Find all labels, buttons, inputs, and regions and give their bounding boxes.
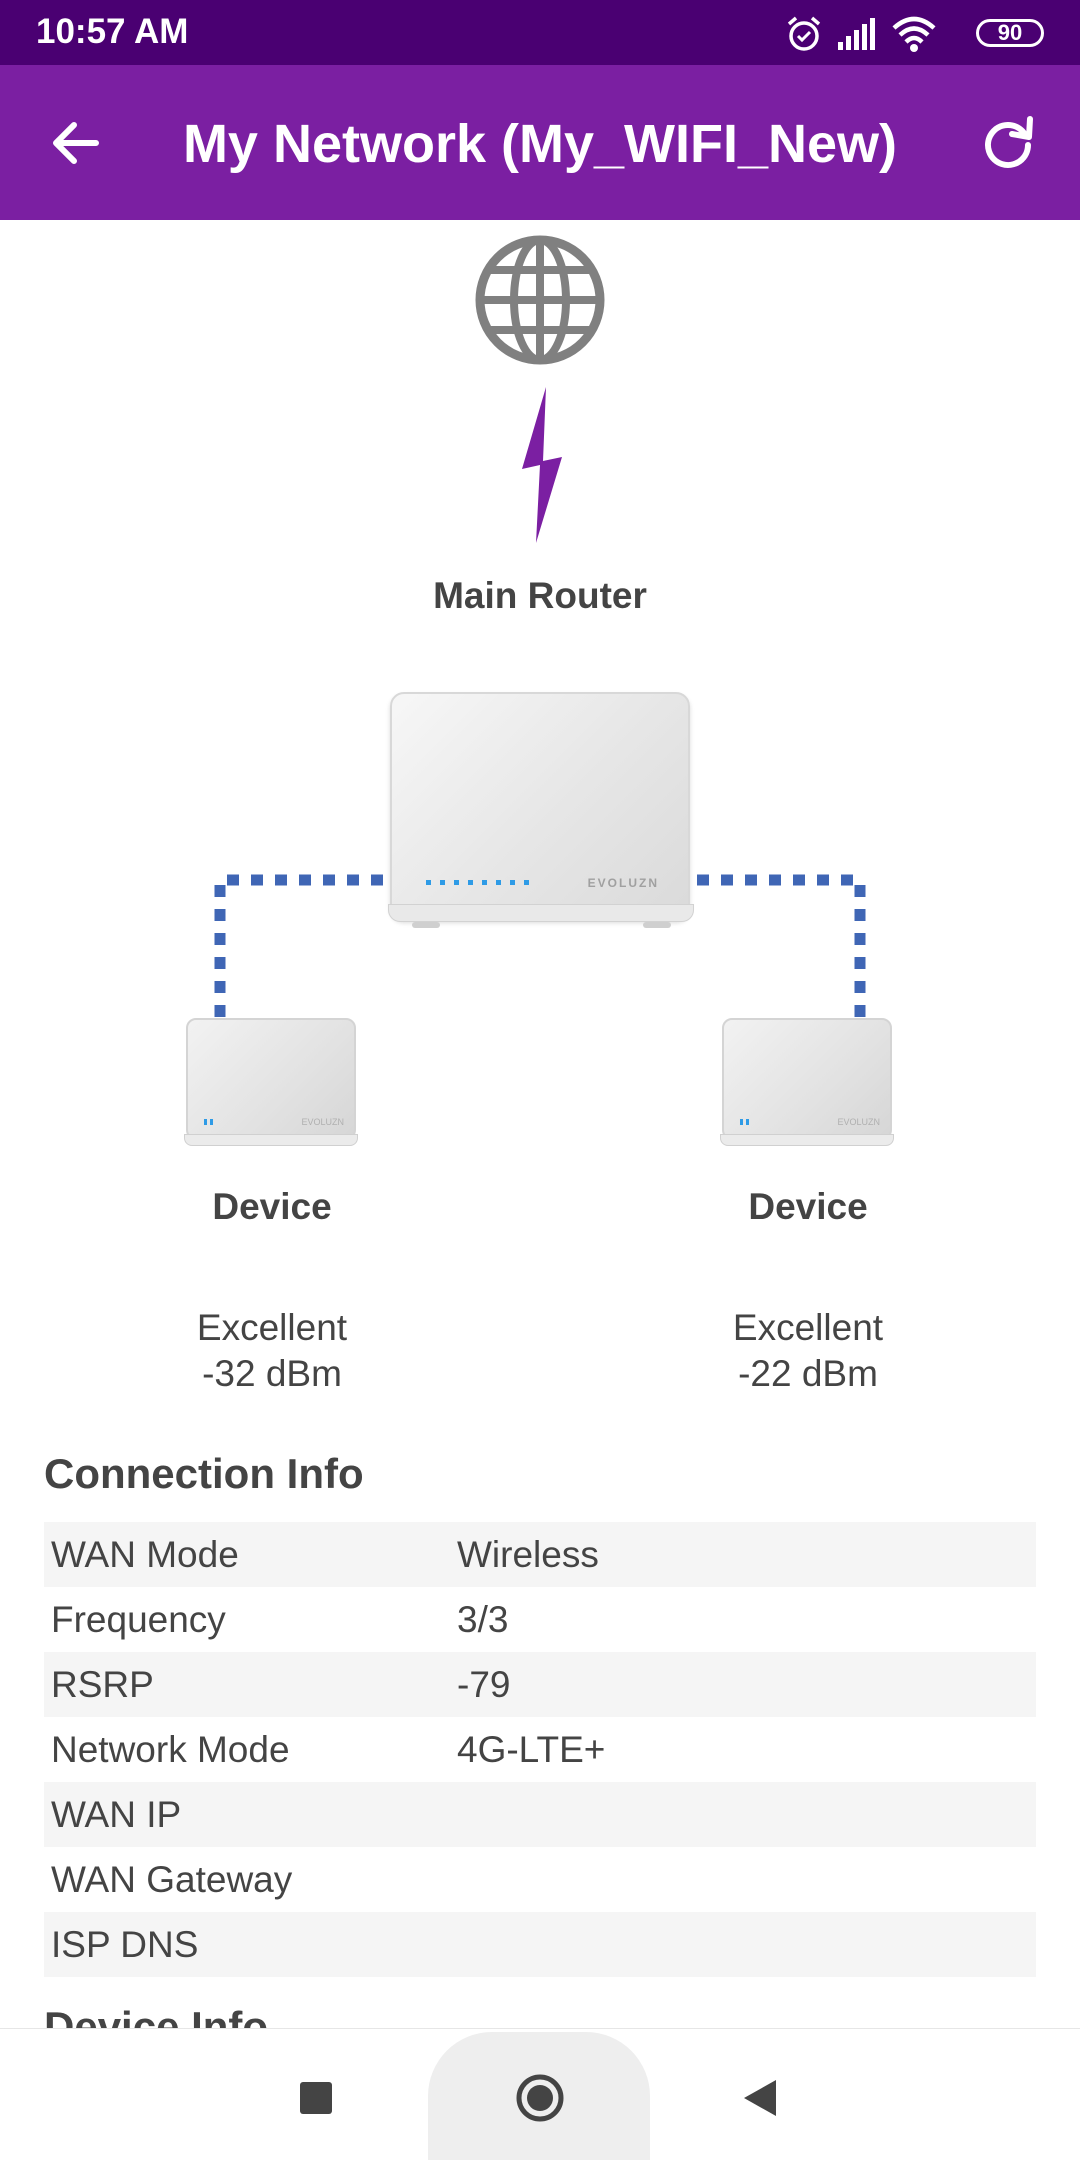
back-triangle-icon[interactable] (730, 2068, 790, 2128)
wifi-icon (892, 16, 936, 52)
table-row: WAN Mode Wireless (44, 1522, 1036, 1587)
page-title: My Network (My_WIFI_New) (182, 114, 898, 174)
device-signal-right: Excellent -22 dBm (658, 1305, 958, 1397)
row-label: Frequency (51, 1598, 226, 1640)
signal-quality: Excellent (732, 1307, 884, 1348)
table-row: RSRP -79 (44, 1652, 1036, 1717)
cellular-signal-icon (838, 18, 875, 50)
refresh-icon[interactable] (972, 107, 1044, 179)
device-signal-left: Excellent -32 dBm (122, 1305, 422, 1397)
main-router-label: Main Router (433, 575, 647, 616)
device-image-left[interactable]: EVOLUZN (184, 1018, 360, 1152)
row-value: 3/3 (457, 1598, 509, 1640)
connection-info-title: Connection Info (44, 1450, 364, 1497)
status-bar: 10:57 AM 90 (0, 0, 1080, 65)
row-label: ISP DNS (51, 1923, 199, 1965)
device-brand-logo: EVOLUZN (837, 1117, 880, 1127)
device-label: Device (212, 1186, 332, 1227)
connection-info-table: WAN Mode Wireless Frequency 3/3 RSRP -79… (44, 1522, 1036, 1977)
table-row: Frequency 3/3 (44, 1587, 1036, 1652)
network-topology-screen: 10:57 AM 90 My Network (My_WIFI_New) Mai… (0, 0, 1080, 2160)
signal-quality: Excellent (196, 1307, 348, 1348)
status-time: 10:57 AM (36, 12, 189, 51)
signal-strength: -22 dBm (738, 1353, 878, 1394)
row-value: Wireless (457, 1533, 599, 1575)
router-led-indicators (426, 880, 529, 885)
device-brand-logo: EVOLUZN (301, 1117, 344, 1127)
device-led-indicator (740, 1119, 749, 1125)
home-circle-icon[interactable] (510, 2068, 570, 2128)
row-value: -79 (457, 1663, 511, 1705)
main-router-image[interactable]: EVOLUZN (388, 692, 695, 928)
row-label: WAN IP (51, 1793, 182, 1835)
row-value: 4G-LTE+ (457, 1728, 606, 1770)
row-label: WAN Gateway (51, 1858, 293, 1900)
router-brand-logo: EVOLUZN (587, 876, 659, 890)
globe-icon (475, 235, 605, 365)
table-row: WAN Gateway (44, 1847, 1036, 1912)
row-label: WAN Mode (51, 1533, 239, 1575)
row-label: RSRP (51, 1663, 154, 1705)
signal-strength: -32 dBm (202, 1353, 342, 1394)
device-led-indicator (204, 1119, 213, 1125)
battery-icon: 90 (976, 19, 1044, 47)
table-row: ISP DNS (44, 1912, 1036, 1977)
recents-square-icon[interactable] (286, 2068, 346, 2128)
lightning-bolt-icon (522, 387, 562, 543)
device-label: Device (748, 1186, 868, 1227)
device-image-right[interactable]: EVOLUZN (720, 1018, 896, 1152)
alarm-icon (787, 16, 821, 51)
status-icons: 90 (784, 10, 1044, 56)
table-row: WAN IP (44, 1782, 1036, 1847)
row-label: Network Mode (51, 1728, 290, 1770)
back-arrow-icon[interactable] (40, 107, 112, 179)
table-row: Network Mode 4G-LTE+ (44, 1717, 1036, 1782)
app-bar: My Network (My_WIFI_New) (0, 65, 1080, 220)
